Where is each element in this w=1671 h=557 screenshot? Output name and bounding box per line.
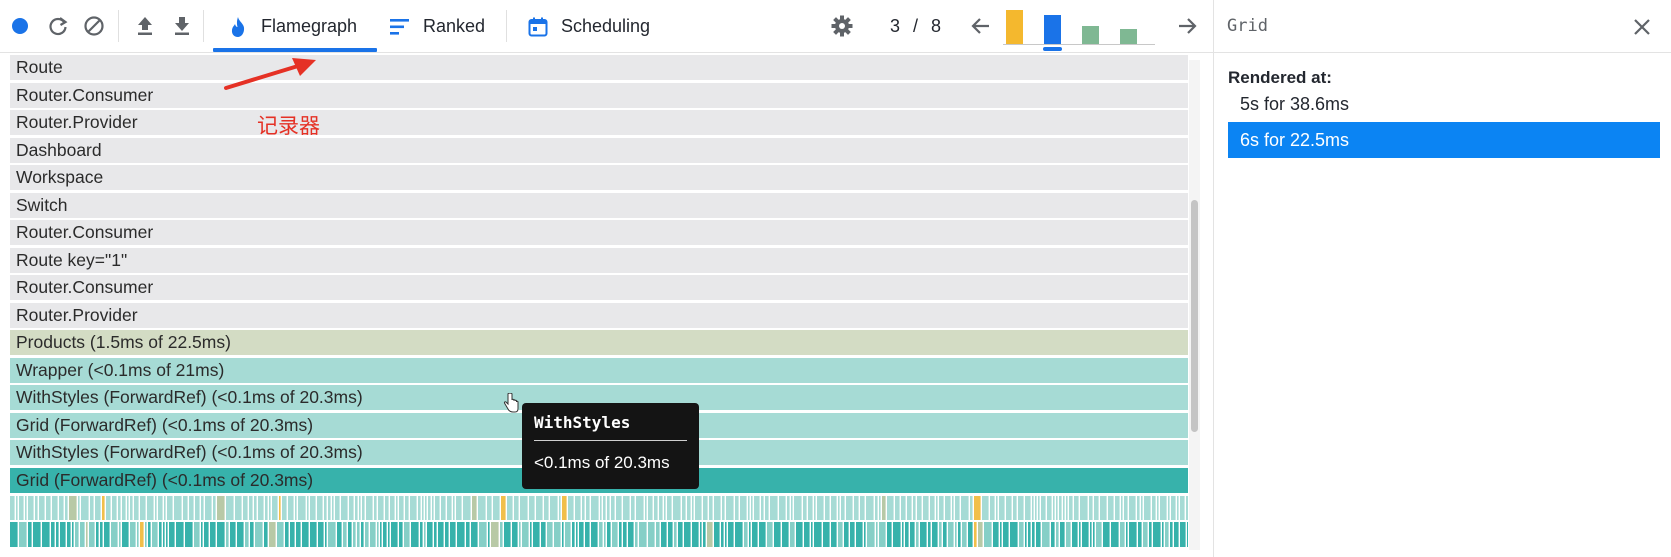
close-button[interactable]: [1630, 15, 1654, 39]
toolbar-divider: [506, 10, 507, 42]
rendered-at-item-selected[interactable]: 6s for 22.5ms: [1228, 122, 1660, 158]
component-sidebar: Grid Rendered at: 5s for 38.6ms 6s for 2…: [1214, 0, 1671, 557]
scrollbar-thumb[interactable]: [1191, 200, 1198, 432]
tooltip-value: <0.1ms of 20.3ms: [534, 453, 670, 472]
commit-bar[interactable]: [1082, 26, 1099, 44]
flamegraph-child-bars[interactable]: [10, 494, 1188, 549]
flamegraph-row[interactable]: Router.Consumer: [10, 275, 1188, 300]
arrow-left-icon[interactable]: [969, 14, 993, 38]
tab-ranked[interactable]: Ranked: [389, 0, 485, 53]
commit-counter: 3 / 8: [890, 0, 942, 53]
upload-icon[interactable]: [133, 14, 157, 38]
record-icon[interactable]: [8, 14, 32, 38]
commit-bar[interactable]: [1120, 29, 1137, 44]
clear-icon[interactable]: [82, 14, 106, 38]
gear-icon[interactable]: [830, 14, 854, 38]
hand-cursor-icon: [503, 393, 519, 413]
flamegraph-row[interactable]: Route key="1": [10, 247, 1188, 273]
tab-label: Scheduling: [561, 16, 651, 36]
annotation-arrow: [224, 58, 316, 90]
commit-separator: /: [913, 16, 920, 36]
reload-icon[interactable]: [46, 14, 70, 38]
rendered-at-item[interactable]: 5s for 38.6ms: [1228, 86, 1660, 122]
flamegraph-row[interactable]: Products (1.5ms of 22.5ms): [10, 330, 1188, 355]
flamegraph-row[interactable]: Router.Consumer: [10, 82, 1188, 108]
flamegraph-row[interactable]: Router.Consumer: [10, 220, 1188, 245]
tab-label: Ranked: [423, 16, 486, 36]
active-tab-indicator: [213, 48, 377, 52]
toolbar-divider: [203, 10, 204, 42]
commit-current: 3: [890, 16, 902, 36]
flame-icon: [227, 16, 249, 38]
calendar-icon: [527, 16, 549, 38]
rendered-at-label: Rendered at:: [1228, 68, 1332, 87]
flamegraph-row[interactable]: Wrapper (<0.1ms of 21ms): [10, 357, 1188, 383]
toolbar-divider: [118, 10, 119, 42]
flamegraph-row[interactable]: Route: [10, 55, 1188, 80]
flamegraph-row[interactable]: Dashboard: [10, 137, 1188, 163]
tab-flamegraph[interactable]: Flamegraph: [227, 0, 357, 53]
flamegraph-row[interactable]: Workspace: [10, 165, 1188, 190]
tab-scheduling[interactable]: Scheduling: [527, 0, 650, 53]
tooltip-title: WithStyles: [534, 413, 687, 441]
profiler-toolbar: Flamegraph Ranked Scheduling 3 / 8: [0, 0, 1213, 53]
annotation-label: 记录器: [257, 114, 320, 138]
flamegraph-row[interactable]: Router.Provider: [10, 110, 1188, 135]
commit-bar[interactable]: [1006, 10, 1023, 44]
tab-label: Flamegraph: [261, 16, 358, 36]
flamegraph-tooltip: WithStyles <0.1ms of 20.3ms: [522, 403, 699, 489]
commit-total: 8: [931, 16, 943, 36]
arrow-right-icon[interactable]: [1175, 14, 1199, 38]
download-icon[interactable]: [170, 14, 194, 38]
sidebar-title: Grid: [1227, 16, 1268, 36]
commit-bar-indicator: [1043, 47, 1062, 51]
close-icon: [1634, 19, 1650, 35]
flamegraph-row[interactable]: Router.Provider: [10, 302, 1188, 328]
profiler-pane: Flamegraph Ranked Scheduling 3 / 8 Route…: [0, 0, 1213, 557]
ranked-icon: [389, 16, 411, 38]
sidebar-header: Grid: [1214, 0, 1671, 53]
commit-bar-selected[interactable]: [1044, 15, 1061, 44]
commit-selector-baseline: [1003, 44, 1155, 45]
flamegraph-row[interactable]: Switch: [10, 192, 1188, 218]
